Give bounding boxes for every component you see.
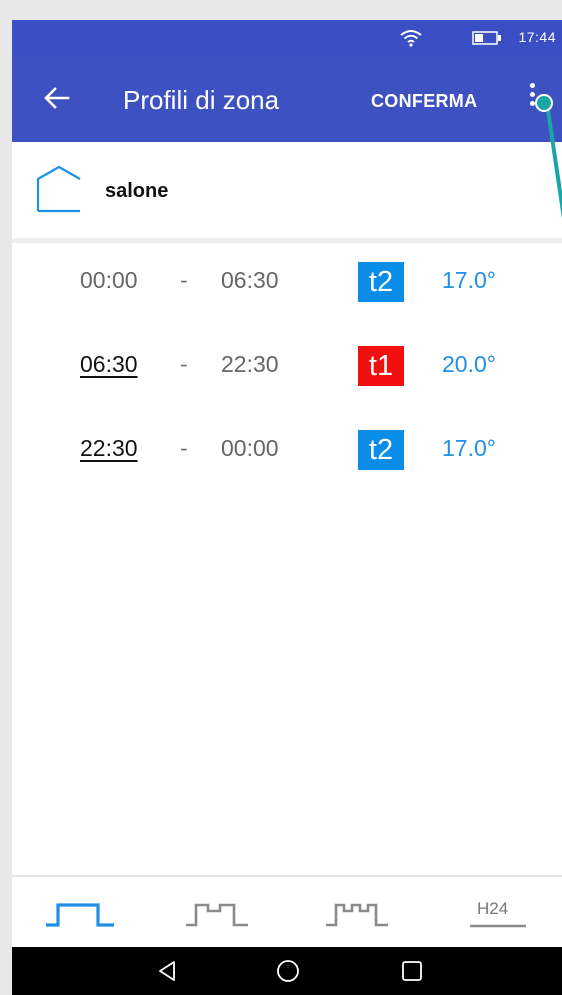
time-separator: - <box>180 267 188 293</box>
tier-badge[interactable]: t2 <box>358 262 404 302</box>
time-separator: - <box>180 435 188 461</box>
start-time: 00:00 <box>80 267 138 293</box>
temperature-value[interactable]: 17.0° <box>442 435 496 462</box>
battery-icon <box>472 31 501 45</box>
zone-header: salone <box>12 142 562 243</box>
status-bar: 17:44 <box>12 20 562 55</box>
tier-badge[interactable]: t1 <box>358 346 404 386</box>
confirm-button[interactable]: CONFERMA <box>371 91 477 112</box>
tab-two-period[interactable] <box>184 895 264 935</box>
time-separator: - <box>180 351 188 377</box>
nav-home-icon[interactable] <box>276 959 300 983</box>
schedule-row: 00:00 - 06:30 t2 17.0° <box>12 251 562 311</box>
tab-h24[interactable]: H24 <box>468 895 548 935</box>
tab-three-period[interactable] <box>324 895 404 935</box>
single-period-profile-icon <box>46 903 114 927</box>
start-time-link[interactable]: 22:30 <box>80 435 138 462</box>
zone-name: salone <box>105 180 169 202</box>
schedule-row: 06:30 - 22:30 t1 20.0° <box>12 335 562 395</box>
three-period-profile-icon <box>326 903 388 927</box>
phone-screen: 17:44 Profili di zona CONFERMA salone 00… <box>12 20 562 995</box>
temperature-value[interactable]: 17.0° <box>442 267 496 294</box>
nav-back-icon[interactable] <box>155 959 179 983</box>
end-time: 06:30 <box>221 267 279 293</box>
more-vertical-icon[interactable] <box>522 83 542 115</box>
h24-profile-icon <box>470 924 526 928</box>
nav-recents-icon[interactable] <box>400 959 424 983</box>
tab-single-period[interactable] <box>44 895 124 935</box>
app-bar: Profili di zona CONFERMA <box>12 55 562 142</box>
wifi-icon <box>400 30 422 47</box>
schedule-row: 22:30 - 00:00 t2 17.0° <box>12 419 562 479</box>
tier-badge[interactable]: t2 <box>358 430 404 470</box>
house-outline-icon <box>36 165 81 213</box>
two-period-profile-icon <box>186 903 248 927</box>
profile-tabs: H24 <box>12 875 562 949</box>
arrow-left-icon[interactable] <box>40 81 74 115</box>
end-time: 22:30 <box>221 351 279 377</box>
page-title: Profili di zona <box>123 85 280 115</box>
status-time: 17:44 <box>518 29 556 45</box>
temperature-value[interactable]: 20.0° <box>442 351 496 378</box>
end-time: 00:00 <box>221 435 279 461</box>
start-time-link[interactable]: 06:30 <box>80 351 138 378</box>
system-nav-bar <box>12 947 562 995</box>
